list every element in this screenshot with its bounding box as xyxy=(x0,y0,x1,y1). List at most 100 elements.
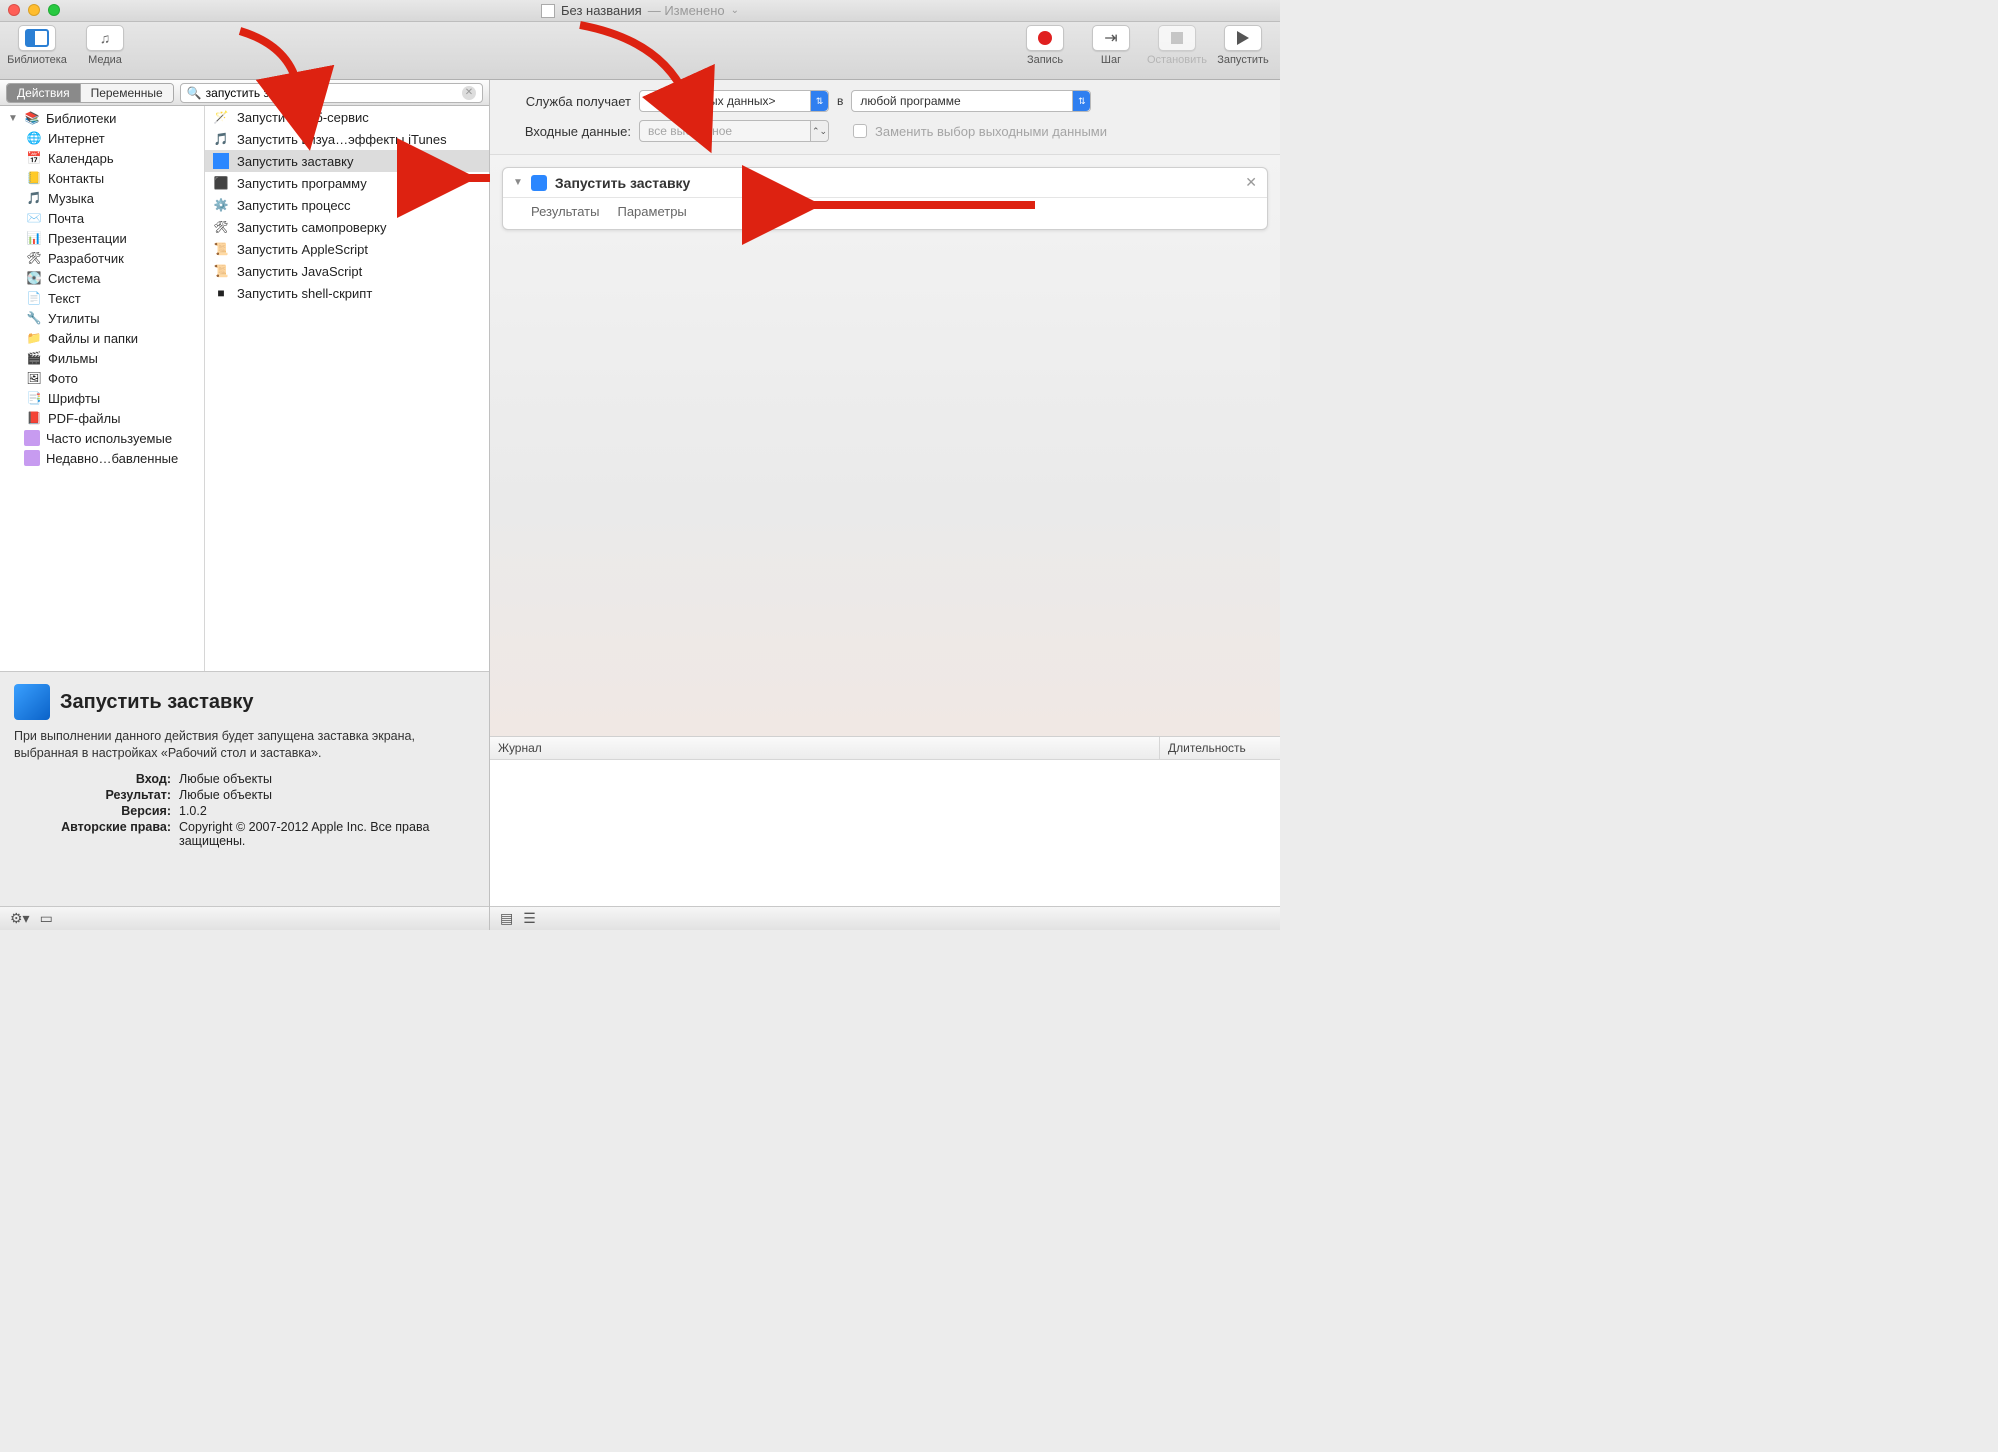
replace-output-checkbox xyxy=(853,124,867,138)
view-flow-icon[interactable]: ☰ xyxy=(523,910,536,927)
tree-item[interactable]: Календарь xyxy=(0,148,204,168)
disclosure-icon[interactable]: ▼ xyxy=(8,113,18,124)
toggle-panel-icon[interactable]: ▭ xyxy=(40,910,53,927)
tree-item-label: Интернет xyxy=(48,131,105,146)
stop-icon xyxy=(1158,25,1196,51)
action-result-row[interactable]: Запустить программу xyxy=(205,172,489,194)
action-item-icon xyxy=(213,109,229,125)
action-result-row[interactable]: Запустить веб-сервис xyxy=(205,106,489,128)
tree-item[interactable]: Презентации xyxy=(0,228,204,248)
workflow-canvas[interactable]: ▼ Запустить заставку ✕ Результаты Параме… xyxy=(490,155,1280,736)
step-close-icon[interactable]: ✕ xyxy=(1245,174,1257,191)
action-result-row[interactable]: Запустить shell-скрипт xyxy=(205,282,489,304)
tree-smart-folder[interactable]: Часто используемые xyxy=(0,428,204,448)
tree-item-label: PDF-файлы xyxy=(48,411,120,426)
category-tree[interactable]: ▼ Библиотеки Интернет Календарь Контакты Му… xyxy=(0,106,205,671)
close-window-icon[interactable] xyxy=(8,4,20,16)
info-panel: Запустить заставку При выполнении данног… xyxy=(0,671,489,906)
gear-menu-icon[interactable]: ⚙︎▾ xyxy=(10,910,30,927)
tree-item[interactable]: Почта xyxy=(0,208,204,228)
library-button[interactable]: Библиотека xyxy=(8,25,66,66)
tree-root[interactable]: ▼ Библиотеки xyxy=(0,108,204,128)
search-input[interactable] xyxy=(206,86,458,100)
action-result-row[interactable]: Запустить процесс xyxy=(205,194,489,216)
window-controls xyxy=(8,4,60,16)
input-data-label: Входные данные: xyxy=(506,124,631,139)
action-result-row[interactable]: Запустить AppleScript xyxy=(205,238,489,260)
action-item-icon xyxy=(213,153,229,169)
document-name: Без названия xyxy=(561,3,642,18)
tab-actions[interactable]: Действия xyxy=(7,84,80,102)
tree-item[interactable]: Текст xyxy=(0,288,204,308)
tree-item[interactable]: PDF-файлы xyxy=(0,408,204,428)
replace-output-label: Заменить выбор выходными данными xyxy=(875,124,1107,139)
category-icon xyxy=(26,370,42,386)
log-col-journal[interactable]: Журнал xyxy=(490,737,1160,759)
tree-item[interactable]: Утилиты xyxy=(0,308,204,328)
tree-item[interactable]: Шрифты xyxy=(0,388,204,408)
zoom-window-icon[interactable] xyxy=(48,4,60,16)
tree-item[interactable]: Интернет xyxy=(0,128,204,148)
action-item-label: Запустить AppleScript xyxy=(237,242,368,257)
service-input-select[interactable]: <нет входных данных> ⇅ xyxy=(639,90,829,112)
category-icon xyxy=(26,330,42,346)
action-item-label: Запустить JavaScript xyxy=(237,264,362,279)
category-icon xyxy=(26,210,42,226)
chevron-updown-icon: ⇅ xyxy=(1072,91,1090,111)
step-button[interactable]: Шаг xyxy=(1082,25,1140,66)
tree-item-label: Почта xyxy=(48,211,84,226)
run-button[interactable]: Запустить xyxy=(1214,25,1272,66)
category-icon xyxy=(26,290,42,306)
tree-item[interactable]: Фильмы xyxy=(0,348,204,368)
tree-item-label: Календарь xyxy=(48,151,114,166)
step-disclosure-icon[interactable]: ▼ xyxy=(513,177,523,188)
minimize-window-icon[interactable] xyxy=(28,4,40,16)
media-button[interactable]: Медиа xyxy=(76,25,134,66)
tree-item[interactable]: Музыка xyxy=(0,188,204,208)
category-icon xyxy=(26,410,42,426)
service-app-select[interactable]: любой программе ⇅ xyxy=(851,90,1091,112)
tree-item[interactable]: Фото xyxy=(0,368,204,388)
action-item-label: Запустить shell-скрипт xyxy=(237,286,372,301)
tree-item-label: Фото xyxy=(48,371,78,386)
action-results[interactable]: Запустить веб-сервис Запустить визуа…эффе… xyxy=(205,106,489,671)
log-col-duration[interactable]: Длительность xyxy=(1160,737,1280,759)
action-result-row[interactable]: Запустить заставку xyxy=(205,150,489,172)
tree-item-label: Разработчик xyxy=(48,251,124,266)
action-item-label: Запустить заставку xyxy=(237,154,354,169)
action-result-row[interactable]: Запустить JavaScript xyxy=(205,260,489,282)
tree-item[interactable]: Контакты xyxy=(0,168,204,188)
action-result-row[interactable]: Запустить визуа…эффекты iTunes xyxy=(205,128,489,150)
step-tab-results[interactable]: Результаты xyxy=(531,204,599,219)
title-dropdown-icon[interactable]: ⌄ xyxy=(731,5,739,16)
category-icon xyxy=(26,150,42,166)
in-label: в xyxy=(837,94,843,108)
category-icon xyxy=(26,310,42,326)
action-item-icon xyxy=(213,263,229,279)
library-tabs: Действия Переменные xyxy=(6,83,174,103)
record-button[interactable]: Запись xyxy=(1016,25,1074,66)
view-list-icon[interactable]: ▤ xyxy=(500,910,513,927)
media-icon xyxy=(86,25,124,51)
step-icon xyxy=(531,175,547,191)
action-item-label: Запустить веб-сервис xyxy=(237,110,369,125)
workflow-step[interactable]: ▼ Запустить заставку ✕ Результаты Параме… xyxy=(502,167,1268,230)
tree-item[interactable]: Файлы и папки xyxy=(0,328,204,348)
tree-item[interactable]: Разработчик xyxy=(0,248,204,268)
search-field[interactable]: 🔍 ✕ xyxy=(180,83,483,103)
tree-item-label: Шрифты xyxy=(48,391,100,406)
clear-search-icon[interactable]: ✕ xyxy=(462,86,476,100)
tree-smart-folder[interactable]: Недавно…бавленные xyxy=(0,448,204,468)
library-icon xyxy=(18,25,56,51)
document-icon xyxy=(541,4,555,18)
step-tab-params[interactable]: Параметры xyxy=(617,204,686,219)
info-title: Запустить заставку xyxy=(60,691,254,714)
category-icon xyxy=(26,250,42,266)
library-folder-icon xyxy=(24,110,40,126)
log-panel: Журнал Длительность xyxy=(490,736,1280,906)
action-result-row[interactable]: Запустить самопроверку xyxy=(205,216,489,238)
tree-item[interactable]: Система xyxy=(0,268,204,288)
tree-item-label: Музыка xyxy=(48,191,94,206)
tree-item-label: Часто используемые xyxy=(46,431,172,446)
tab-variables[interactable]: Переменные xyxy=(80,84,173,102)
